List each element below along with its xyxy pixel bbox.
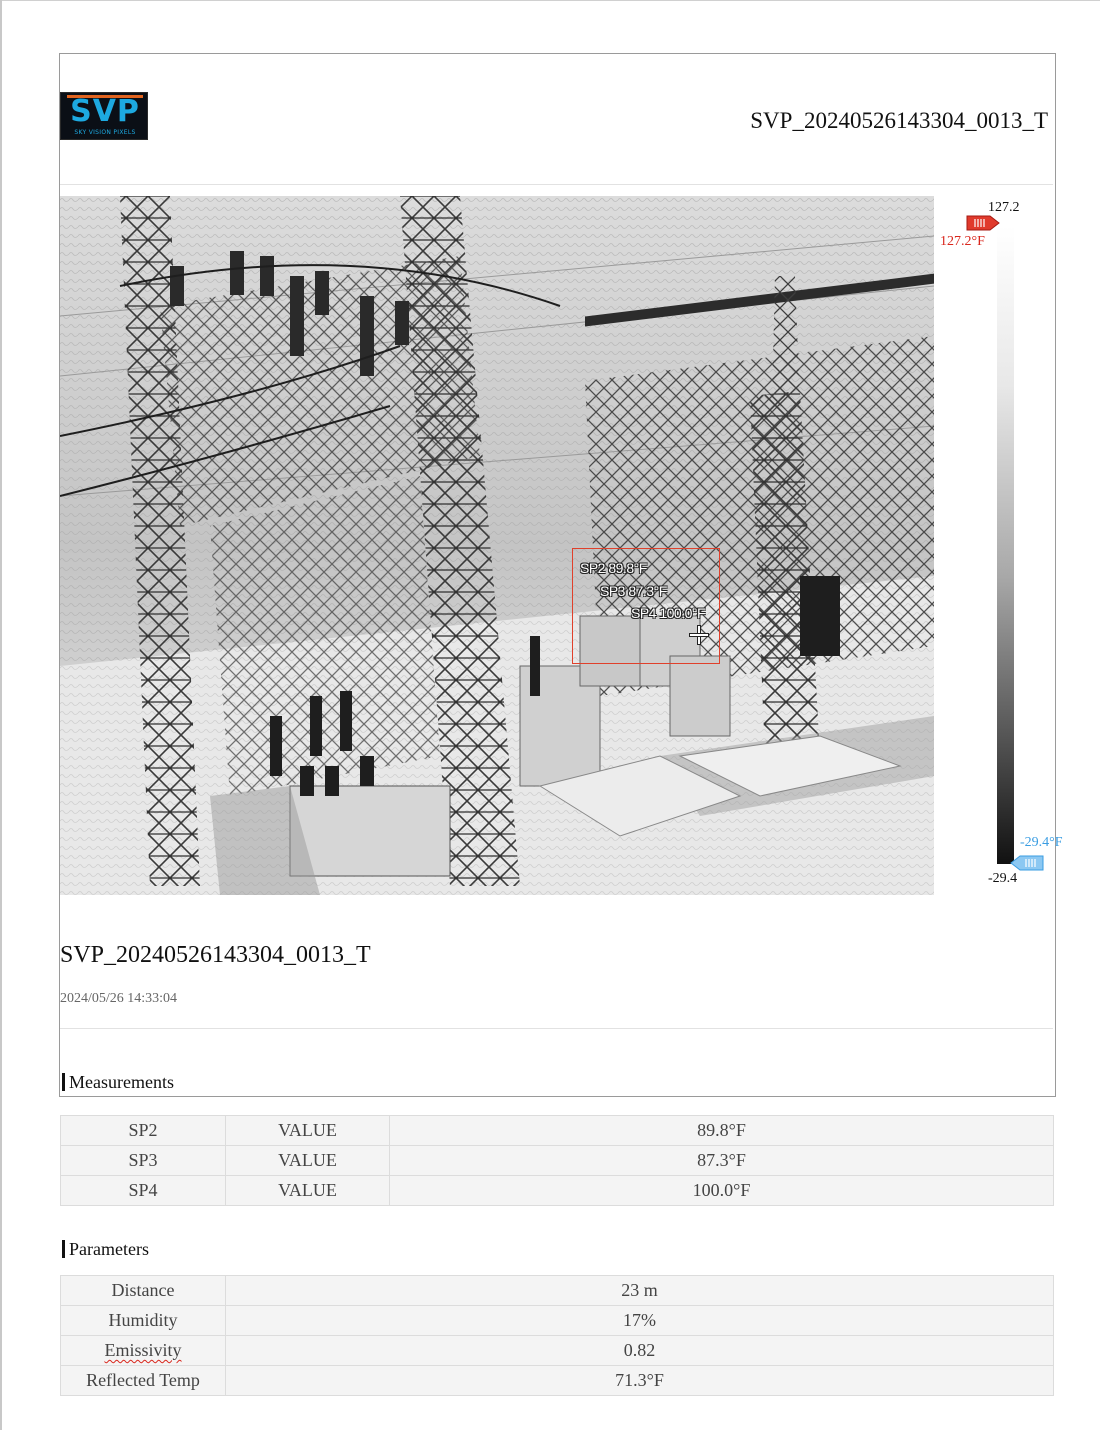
- measurement-type: VALUE: [225, 1145, 390, 1176]
- spot-label-sp2: SP2 89.8°F: [580, 560, 647, 576]
- measurement-value: 87.3°F: [389, 1145, 1054, 1176]
- heading-bar: [62, 1240, 65, 1258]
- logo-subtitle: SKY VISION PIXELS: [74, 129, 136, 136]
- report-header-title: SVP_20240526143304_0013_T: [750, 108, 1048, 133]
- capture-timestamp: 2024/05/26 14:33:04: [60, 991, 178, 1006]
- measurement-type: VALUE: [225, 1175, 390, 1206]
- table-row: Emissivity 0.82: [60, 1335, 1054, 1366]
- parameter-name: Emissivity: [60, 1335, 226, 1366]
- table-row: Reflected Temp 71.3°F: [60, 1365, 1054, 1396]
- measurements-heading: Measurements: [62, 1072, 174, 1093]
- scale-min-value: -29.4: [988, 871, 1018, 886]
- company-logo: SVP SKY VISION PIXELS: [60, 92, 148, 140]
- spot-label-sp3: SP3 87.3°F: [600, 583, 667, 599]
- table-row: SP2 VALUE 89.8°F: [60, 1115, 1054, 1146]
- scale-max-value: 127.2: [988, 200, 1020, 215]
- min-temp-marker-icon: [1010, 855, 1044, 871]
- page-top-edge: [0, 0, 1100, 1]
- parameter-name: Humidity: [60, 1305, 226, 1336]
- header-divider: [60, 184, 1053, 185]
- thermal-image-scene: [60, 196, 934, 895]
- parameters-table: Distance 23 m Humidity 17% Emissivity 0.…: [60, 1275, 1054, 1396]
- measurement-name: SP2: [60, 1115, 226, 1146]
- image-title: SVP_20240526143304_0013_T: [60, 942, 371, 968]
- parameter-value: 71.3°F: [225, 1365, 1054, 1396]
- measurement-value: 89.8°F: [389, 1115, 1054, 1146]
- measurement-type: VALUE: [225, 1115, 390, 1146]
- table-row: SP4 VALUE 100.0°F: [60, 1175, 1054, 1206]
- heading-bar: [62, 1073, 65, 1091]
- min-temp-label: -29.4°F: [1020, 835, 1063, 850]
- table-row: Humidity 17%: [60, 1305, 1054, 1336]
- max-temp-label: 127.2°F: [940, 234, 985, 249]
- measurements-table: SP2 VALUE 89.8°F SP3 VALUE 87.3°F SP4 VA…: [60, 1115, 1054, 1206]
- measurement-name: SP3: [60, 1145, 226, 1176]
- parameter-value: 23 m: [225, 1275, 1054, 1306]
- parameters-heading-text: Parameters: [69, 1239, 149, 1259]
- measurements-heading-text: Measurements: [69, 1072, 174, 1092]
- spot-label-sp4: SP4 100.0°F: [631, 605, 706, 621]
- temperature-scale-bar: [997, 226, 1014, 864]
- measurement-name: SP4: [60, 1175, 226, 1206]
- parameter-name: Reflected Temp: [60, 1365, 226, 1396]
- parameter-value: 17%: [225, 1305, 1054, 1336]
- parameters-heading: Parameters: [62, 1239, 149, 1260]
- table-row: SP3 VALUE 87.3°F: [60, 1145, 1054, 1176]
- details-divider: [60, 1028, 1053, 1029]
- thermal-image: [60, 196, 934, 895]
- parameter-value: 0.82: [225, 1335, 1054, 1366]
- parameter-name-text: Emissivity: [104, 1340, 182, 1360]
- crosshair-icon: [690, 626, 708, 644]
- table-row: Distance 23 m: [60, 1275, 1054, 1306]
- max-temp-marker-icon: [966, 215, 1000, 231]
- measurement-value: 100.0°F: [389, 1175, 1054, 1206]
- parameter-name: Distance: [60, 1275, 226, 1306]
- page-left-edge: [0, 0, 2, 1430]
- logo-letters: SVP: [70, 94, 140, 129]
